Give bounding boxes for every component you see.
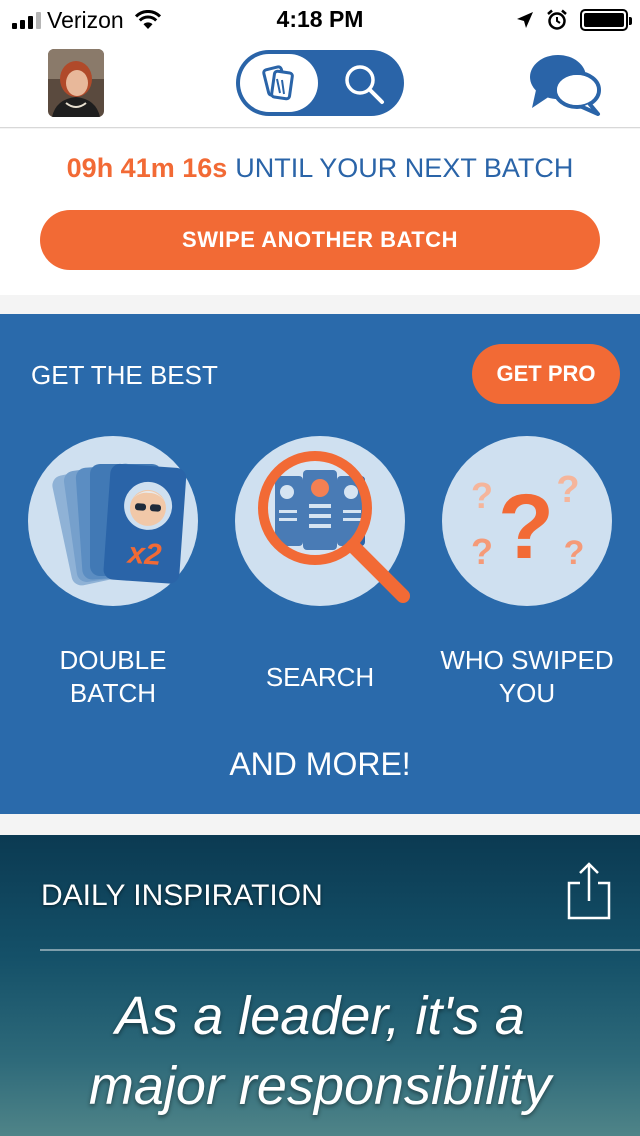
svg-text:?: ? (471, 531, 493, 572)
get-pro-button[interactable]: GET PRO (472, 344, 620, 404)
feature-label-line: BATCH (69, 678, 157, 708)
location-arrow-icon (517, 12, 533, 28)
countdown-panel: 09h 41m 16s UNTIL YOUR NEXT BATCH SWIPE A… (0, 129, 640, 295)
svg-text:?: ? (471, 475, 493, 516)
cards-icon (262, 65, 294, 101)
tab-search[interactable] (340, 62, 388, 106)
feature-label-line: WHO SWIPED (440, 645, 614, 675)
feature-label-line: YOU (498, 678, 556, 708)
inspiration-heading: DAILY INSPIRATION (41, 879, 323, 912)
avatar[interactable] (48, 49, 104, 117)
daily-inspiration-panel: DAILY INSPIRATION As a leader, it's a ma… (0, 835, 640, 1136)
chat-bubbles-icon (530, 55, 601, 116)
mode-toggle (236, 50, 404, 116)
messages-button[interactable] (528, 50, 602, 116)
status-bar: Verizon 4:18 PM (0, 0, 640, 40)
feature-label-line: DOUBLE (59, 645, 167, 675)
avatar-image (48, 49, 104, 117)
svg-text:?: ? (564, 534, 585, 572)
quote-line: As a leader, it's a (115, 986, 525, 1046)
double-badge-text: x2 (125, 537, 163, 572)
top-nav-bar (0, 40, 640, 128)
feature-label-line: SEARCH (265, 662, 375, 692)
search-icon (345, 65, 384, 104)
pro-upsell-panel: GET THE BEST GET PRO x2 ? ? ? ? ? DOUBLE… (0, 314, 640, 814)
swipe-another-batch-button[interactable]: SWIPE ANOTHER BATCH (40, 210, 600, 270)
svg-text:?: ? (498, 476, 554, 578)
svg-text:?: ? (556, 469, 579, 511)
alarm-icon (547, 9, 567, 30)
next-batch-countdown: 09h 41m 16s UNTIL YOUR NEXT BATCH (0, 153, 640, 184)
double-batch-icon: x2 (28, 436, 198, 606)
and-more-text: AND MORE! (229, 746, 411, 782)
question-marks-icon: ? ? ? ? ? (442, 436, 612, 606)
status-right (516, 8, 632, 32)
divider (40, 949, 640, 951)
quote-line: major responsibility (88, 1056, 552, 1116)
share-button[interactable] (566, 861, 612, 921)
tab-cards[interactable] (240, 54, 318, 112)
feature-label-who-swiped: WHO SWIPED YOU (427, 644, 627, 710)
feature-label-search: SEARCH (220, 661, 420, 694)
inspiration-quote: As a leader, it's a major responsibility (0, 981, 640, 1121)
countdown-time: 09h 41m 16s (66, 153, 228, 183)
share-icon (567, 862, 611, 920)
battery-icon (580, 9, 632, 31)
pro-heading: GET THE BEST (31, 360, 218, 390)
countdown-label: UNTIL YOUR NEXT BATCH (235, 153, 574, 183)
search-magnifier-icon (235, 436, 410, 606)
feature-label-double-batch: DOUBLE BATCH (13, 644, 213, 710)
